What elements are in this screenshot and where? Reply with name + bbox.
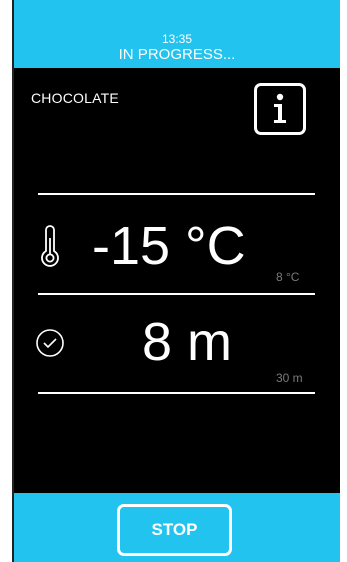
temperature-target: 8 °C [276, 270, 300, 284]
clock-time: 13:35 [161, 32, 193, 46]
divider-middle [38, 293, 315, 295]
header-bar: 13:35 IN PROGRESS... [14, 0, 340, 68]
program-name: CHOCOLATE [31, 90, 119, 106]
status-text: IN PROGRESS... [118, 46, 236, 63]
info-icon [274, 93, 286, 123]
divider-top [38, 193, 315, 195]
duration-value: 8 m [142, 312, 233, 372]
temperature-value: -15 °C [92, 216, 246, 276]
duration-target: 30 m [276, 371, 303, 385]
stop-button[interactable]: STOP [117, 504, 232, 556]
info-button[interactable] [254, 83, 306, 135]
footer-bar: STOP [14, 493, 340, 562]
app-frame: 13:35 IN PROGRESS... CHOCOLATE -15 °C 8 … [0, 0, 347, 562]
clock-icon [36, 329, 64, 357]
divider-bottom [38, 392, 315, 394]
thermometer-icon [41, 225, 59, 267]
device-screen: 13:35 IN PROGRESS... CHOCOLATE -15 °C 8 … [14, 0, 340, 562]
